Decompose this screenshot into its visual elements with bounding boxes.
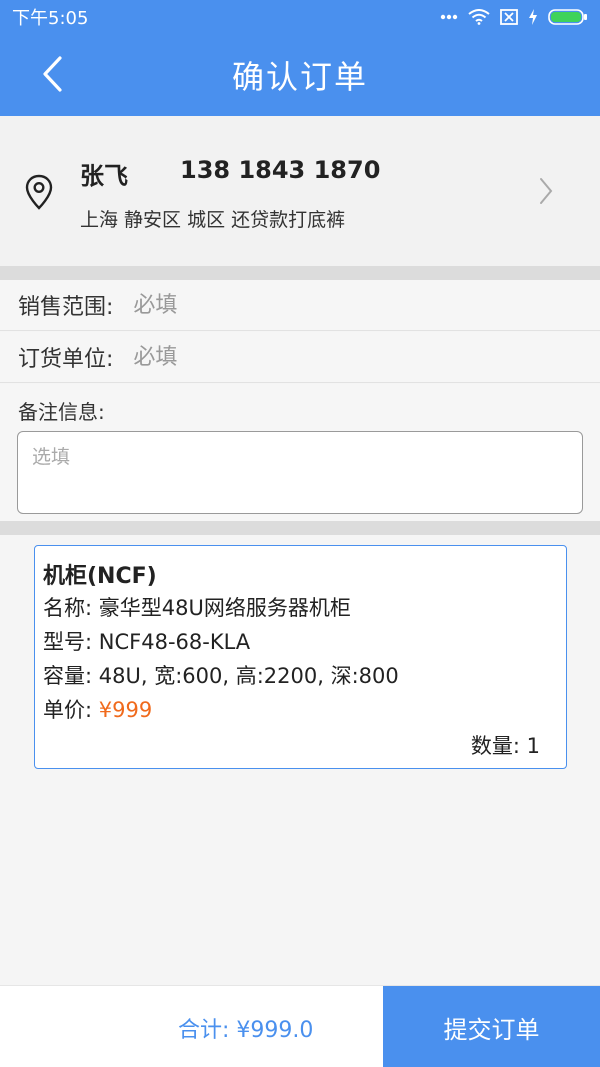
status-icons xyxy=(440,9,588,25)
more-dots-icon xyxy=(440,14,458,20)
remark-input[interactable] xyxy=(17,431,583,514)
bottom-bar: 合计: ¥999.0 提交订单 xyxy=(0,985,600,1067)
sim-off-icon xyxy=(500,9,518,25)
sales-scope-label: 销售范围: xyxy=(18,295,114,320)
back-button[interactable] xyxy=(30,52,74,96)
battery-icon xyxy=(548,9,587,25)
sales-scope-input[interactable] xyxy=(133,292,494,318)
section-divider xyxy=(0,266,600,280)
wifi-icon xyxy=(468,9,490,25)
chevron-right-icon xyxy=(540,178,553,204)
product-name-label: 名称: xyxy=(43,596,93,620)
nav-bar: 确认订单 xyxy=(0,34,600,116)
product-price-label: 单价: xyxy=(43,698,93,722)
recipient-phone: 138 1843 1870 xyxy=(180,156,381,184)
product-card[interactable]: 机柜(NCF) 名称: 豪华型48U网络服务器机柜 型号: NCF48-68-K… xyxy=(34,545,567,769)
order-unit-row: 订货单位: xyxy=(0,332,600,383)
product-capacity: 容量: 48U, 宽:600, 高:2200, 深:800 xyxy=(43,664,399,688)
section-divider xyxy=(0,521,600,535)
order-unit-input[interactable] xyxy=(133,344,494,370)
product-price-row: 单价: ¥999 xyxy=(43,694,152,724)
submit-order-button[interactable]: 提交订单 xyxy=(383,986,600,1067)
page-title: 确认订单 xyxy=(231,58,368,96)
order-unit-label: 订货单位: xyxy=(18,347,114,372)
product-title: 机柜(NCF) xyxy=(43,564,157,589)
product-name-row: 名称: 豪华型48U网络服务器机柜 xyxy=(43,592,351,622)
location-pin-icon xyxy=(25,174,53,210)
app-header: 下午5:05 确认订单 xyxy=(0,0,600,116)
product-price: ¥999 xyxy=(98,698,153,722)
product-model-row: 型号: NCF48-68-KLA xyxy=(43,626,250,656)
product-quantity: 数量: 1 xyxy=(470,734,540,758)
product-model: NCF48-68-KLA xyxy=(98,630,251,654)
address-card[interactable] xyxy=(0,116,600,266)
status-bar: 下午5:05 xyxy=(0,0,600,34)
sales-scope-row: 销售范围: xyxy=(0,280,600,331)
product-name: 豪华型48U网络服务器机柜 xyxy=(98,596,351,620)
recipient-address: 上海 静安区 城区 还贷款打底裤 xyxy=(80,209,346,231)
status-time: 下午5:05 xyxy=(12,8,89,29)
recipient-name: 张飞 xyxy=(80,162,128,190)
remark-label: 备注信息: xyxy=(18,400,105,424)
order-total: 合计: ¥999.0 xyxy=(178,1018,314,1043)
chevron-left-icon xyxy=(43,56,62,92)
product-model-label: 型号: xyxy=(43,630,93,654)
charging-icon xyxy=(529,9,537,25)
